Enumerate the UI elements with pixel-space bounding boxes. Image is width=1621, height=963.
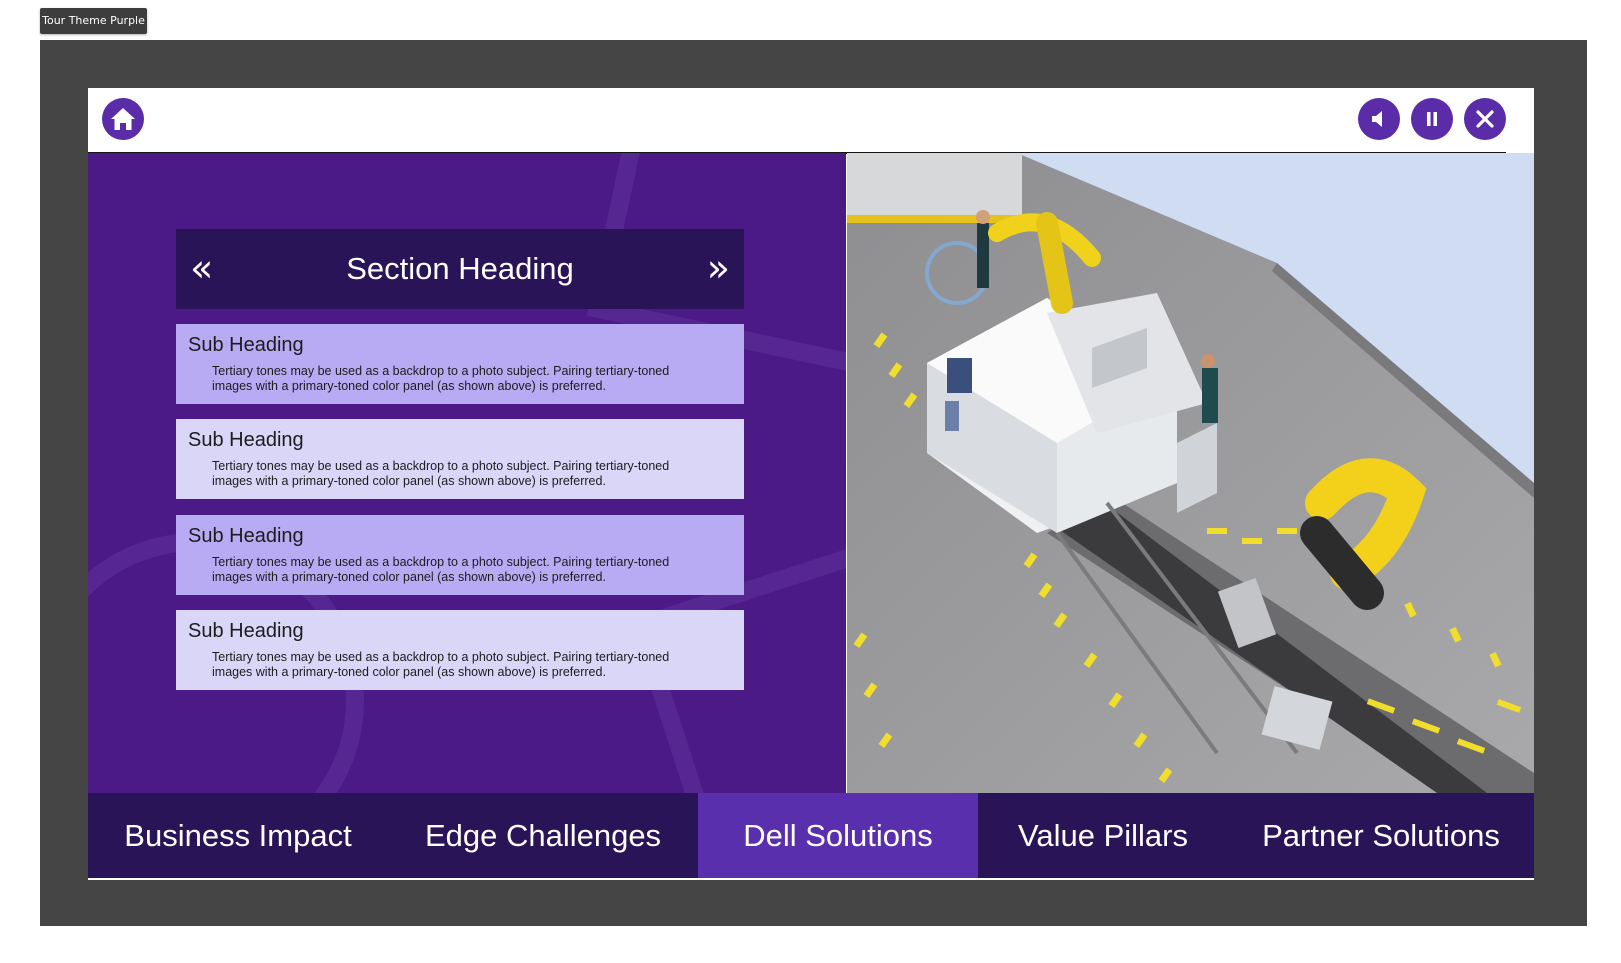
tour-stage: « Section Heading » Sub Heading Tertiary… — [88, 88, 1534, 880]
card-title: Sub Heading — [188, 620, 304, 642]
content-card: Sub Heading Tertiary tones may be used a… — [176, 610, 744, 690]
bottom-navigation: Business Impact Edge Challenges Dell Sol… — [88, 793, 1534, 878]
card-title: Sub Heading — [188, 429, 304, 451]
close-button[interactable] — [1464, 98, 1506, 140]
section-header: « Section Heading » — [176, 229, 744, 309]
card-title: Sub Heading — [188, 525, 304, 547]
content-panel: « Section Heading » Sub Heading Tertiary… — [88, 153, 846, 793]
content-card: Sub Heading Tertiary tones may be used a… — [176, 419, 744, 499]
theme-badge[interactable]: Tour Theme Purple — [40, 8, 147, 34]
tab-partner-solutions[interactable]: Partner Solutions — [1228, 793, 1534, 878]
card-body: Tertiary tones may be used as a backdrop… — [212, 650, 670, 679]
tab-business-impact[interactable]: Business Impact — [88, 793, 388, 878]
home-button[interactable] — [102, 98, 144, 140]
card-body: Tertiary tones may be used as a backdrop… — [212, 364, 670, 393]
pause-icon — [1427, 112, 1437, 126]
top-toolbar — [88, 88, 1534, 154]
tab-dell-solutions[interactable]: Dell Solutions — [698, 793, 978, 878]
content-card: Sub Heading Tertiary tones may be used a… — [176, 515, 744, 595]
tab-value-pillars[interactable]: Value Pillars — [978, 793, 1228, 878]
speaker-icon — [1372, 111, 1382, 127]
pause-button[interactable] — [1411, 98, 1453, 140]
home-icon — [111, 108, 135, 130]
factory-scene-image — [847, 153, 1534, 793]
next-section-button[interactable]: » — [697, 229, 740, 307]
card-body: Tertiary tones may be used as a backdrop… — [212, 555, 670, 584]
section-title: Section Heading — [346, 251, 574, 286]
content-card: Sub Heading Tertiary tones may be used a… — [176, 324, 744, 404]
tab-edge-challenges[interactable]: Edge Challenges — [388, 793, 698, 878]
factory-illustration — [847, 153, 1534, 793]
audio-button[interactable] — [1358, 98, 1400, 140]
card-body: Tertiary tones may be used as a backdrop… — [212, 459, 670, 488]
card-title: Sub Heading — [188, 334, 304, 356]
close-icon — [1476, 110, 1494, 128]
